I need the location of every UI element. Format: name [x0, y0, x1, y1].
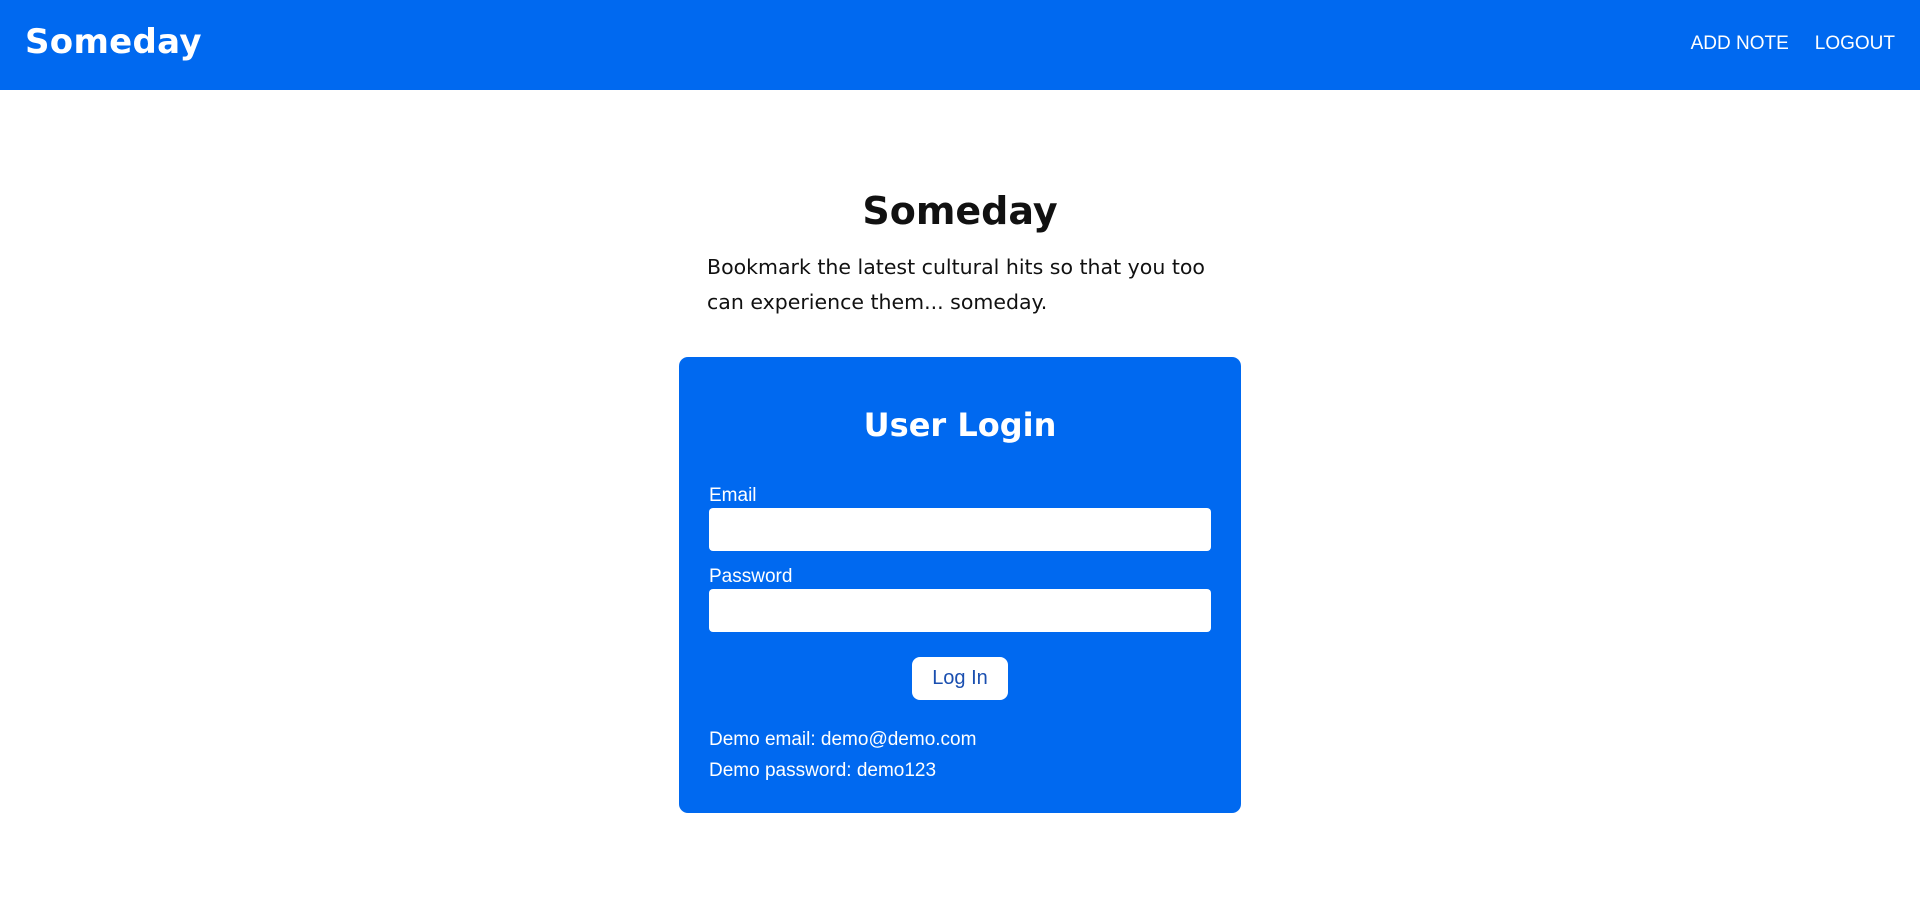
login-title: User Login — [863, 406, 1057, 444]
password-label: Password — [709, 566, 793, 587]
email-input[interactable] — [709, 508, 1211, 551]
login-button[interactable]: Log In — [912, 657, 1008, 700]
brand-logo[interactable]: Someday — [25, 20, 202, 64]
demo-email-text: Demo email: demo@demo.com — [709, 729, 977, 750]
add-note-link[interactable]: ADD NOTE — [1691, 30, 1789, 58]
login-card: User Login Email Password Log In Demo em… — [679, 357, 1241, 813]
demo-password-text: Demo password: demo123 — [709, 760, 937, 781]
navbar: Someday ADD NOTE LOGOUT — [0, 0, 1920, 90]
logout-link[interactable]: LOGOUT — [1815, 30, 1895, 58]
nav-links: ADD NOTE LOGOUT — [1691, 30, 1895, 58]
hero-description: Bookmark the latest cultural hits so tha… — [707, 255, 1205, 314]
hero-title: Someday — [862, 189, 1058, 233]
email-label: Email — [709, 485, 757, 506]
password-input[interactable] — [709, 589, 1211, 632]
